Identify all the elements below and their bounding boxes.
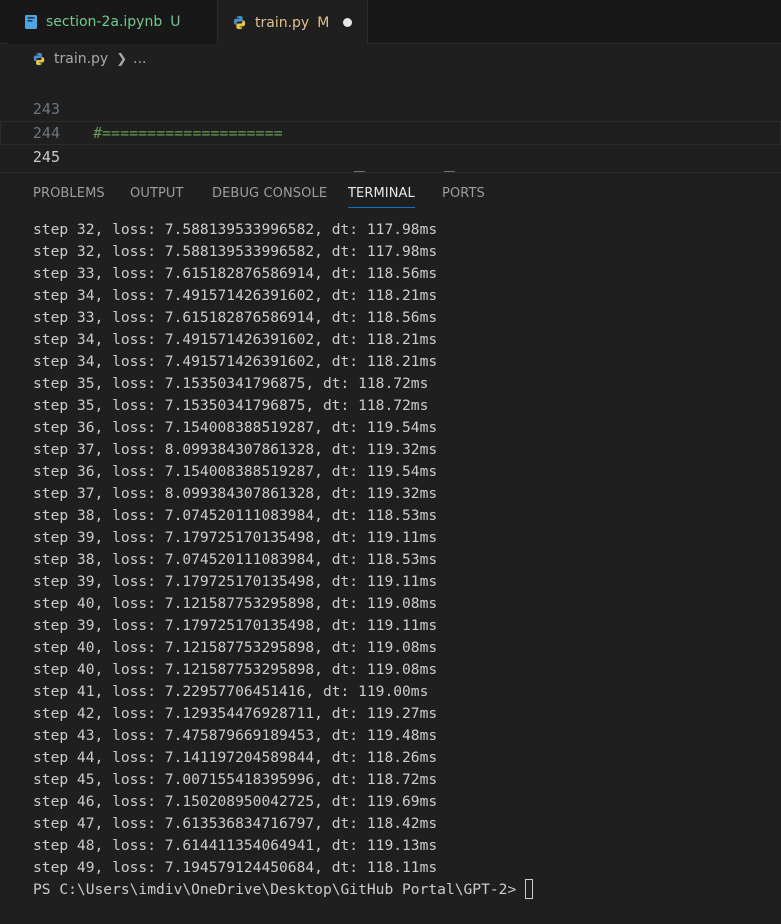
terminal-line: step 33, loss: 7.615182876586914, dt: 11…: [33, 265, 438, 282]
python-icon: [32, 52, 46, 66]
prompt-text: PS C:\Users\imdiv\OneDrive\Desktop\GitHu…: [33, 881, 517, 898]
terminal-line: step 43, loss: 7.475879669189453, dt: 11…: [33, 727, 438, 744]
terminal-line: step 42, loss: 7.129354476928711, dt: 11…: [33, 705, 438, 722]
terminal-line: step 36, loss: 7.154008388519287, dt: 11…: [33, 419, 438, 436]
terminal-line: step 44, loss: 7.141197204589844, dt: 11…: [33, 749, 438, 766]
breadcrumb: train.py ❯ ...: [0, 45, 781, 73]
tab-terminal[interactable]: TERMINAL: [348, 186, 415, 208]
terminal-line: step 39, loss: 7.179725170135498, dt: 11…: [33, 573, 438, 590]
terminal-line: step 40, loss: 7.121587753295898, dt: 11…: [33, 661, 438, 678]
terminal-cursor: [525, 879, 534, 899]
terminal-line: step 33, loss: 7.615182876586914, dt: 11…: [33, 309, 438, 326]
terminal-line: step 32, loss: 7.588139533996582, dt: 11…: [33, 221, 438, 238]
breadcrumb-file[interactable]: train.py: [54, 51, 108, 67]
terminal-line: step 46, loss: 7.150208950042725, dt: 11…: [33, 793, 438, 810]
tab-problems[interactable]: PROBLEMS: [33, 186, 105, 201]
terminal-line: step 49, loss: 7.194579124450684, dt: 11…: [33, 859, 438, 876]
tab-output[interactable]: OUTPUT: [130, 186, 184, 201]
code-editor[interactable]: 243 #==================== 244 245 train_…: [0, 73, 781, 191]
terminal-line: step 37, loss: 8.099384307861328, dt: 11…: [33, 441, 438, 458]
panel-tab-bar: PROBLEMS OUTPUT DEBUG CONSOLE TERMINAL P…: [0, 172, 781, 214]
terminal-line: step 36, loss: 7.154008388519287, dt: 11…: [33, 463, 438, 480]
code-line: 243 #====================: [0, 73, 781, 142]
terminal-line: step 40, loss: 7.121587753295898, dt: 11…: [33, 595, 438, 612]
tab-section-2a-ipynb[interactable]: section-2a.ipynb U: [8, 0, 218, 44]
terminal-line: step 48, loss: 7.614411354064941, dt: 11…: [33, 837, 438, 854]
terminal-output[interactable]: step 32, loss: 7.588139533996582, dt: 11…: [0, 214, 781, 924]
editor-tab-bar: section-2a.ipynb U train.py M: [0, 0, 781, 45]
tab-debug-console[interactable]: DEBUG CONSOLE: [212, 186, 327, 201]
breadcrumb-symbols[interactable]: ...: [133, 51, 146, 67]
code-line: 244: [0, 97, 781, 142]
code-line-current: 245 train_loader = DataLoaderLite(B=4, T…: [0, 121, 781, 191]
terminal-line: step 38, loss: 7.074520111083984, dt: 11…: [33, 507, 438, 524]
terminal-line: step 34, loss: 7.491571426391602, dt: 11…: [33, 331, 438, 348]
tab-ports[interactable]: PORTS: [442, 186, 485, 201]
terminal-line: step 34, loss: 7.491571426391602, dt: 11…: [33, 353, 438, 370]
terminal-line: step 35, loss: 7.15350341796875, dt: 118…: [33, 375, 429, 392]
terminal-line: step 32, loss: 7.588139533996582, dt: 11…: [33, 243, 438, 260]
terminal-line: step 47, loss: 7.613536834716797, dt: 11…: [33, 815, 438, 832]
code-line: 246: [0, 145, 781, 190]
terminal-prompt[interactable]: PS C:\Users\imdiv\OneDrive\Desktop\GitHu…: [33, 879, 534, 901]
terminal-line: step 41, loss: 7.22957706451416, dt: 119…: [33, 683, 429, 700]
terminal-line: step 40, loss: 7.121587753295898, dt: 11…: [33, 639, 438, 656]
chevron-right-icon: ❯: [116, 51, 128, 67]
tab-train-py[interactable]: train.py M: [218, 0, 368, 45]
git-status-badge: U: [170, 14, 181, 30]
tab-label: train.py: [255, 14, 310, 31]
python-icon: [232, 15, 247, 30]
notebook-icon: [24, 14, 38, 30]
terminal-line: step 39, loss: 7.179725170135498, dt: 11…: [33, 617, 438, 634]
git-status-badge: M: [317, 14, 330, 31]
terminal-line: step 45, loss: 7.007155418395996, dt: 11…: [33, 771, 438, 788]
terminal-line: step 39, loss: 7.179725170135498, dt: 11…: [33, 529, 438, 546]
terminal-line: step 34, loss: 7.491571426391602, dt: 11…: [33, 287, 438, 304]
terminal-line: step 35, loss: 7.15350341796875, dt: 118…: [33, 397, 429, 414]
unsaved-dot-icon[interactable]: [343, 18, 353, 27]
terminal-line: step 37, loss: 8.099384307861328, dt: 11…: [33, 485, 438, 502]
terminal-line: step 38, loss: 7.074520111083984, dt: 11…: [33, 551, 438, 568]
tab-label: section-2a.ipynb: [46, 14, 163, 30]
